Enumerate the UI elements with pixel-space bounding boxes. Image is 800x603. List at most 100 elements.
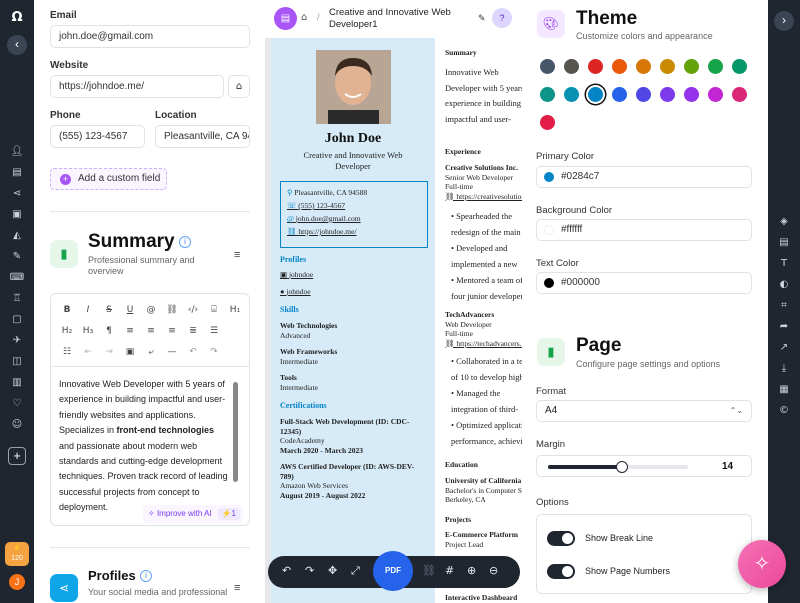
color-swatch[interactable]: [684, 87, 699, 102]
github-link[interactable]: ● johndoe: [280, 287, 311, 296]
tag-icon[interactable]: ⌂: [228, 75, 250, 98]
graduation-icon[interactable]: ◭: [0, 230, 34, 241]
zoom-out-icon[interactable]: ⊖: [489, 564, 498, 577]
summary-editor-text[interactable]: Innovative Web Developer with 5 years of…: [59, 377, 231, 516]
references-icon[interactable]: ☺: [0, 419, 34, 430]
italic-icon[interactable]: I: [81, 303, 95, 317]
linkedin-link[interactable]: ▣ johndoe: [280, 270, 313, 279]
expand-icon[interactable]: ⤢: [351, 564, 360, 578]
website-link[interactable]: ⛓ https://johndoe.me/: [287, 227, 357, 236]
interests-icon[interactable]: ✈: [0, 335, 34, 346]
phone-link[interactable]: ☏ (555) 123-4567: [287, 201, 345, 210]
location-field[interactable]: Pleasantville, CA 94: [155, 125, 250, 148]
bold-icon[interactable]: B: [60, 303, 74, 317]
sharing-icon[interactable]: ➦: [768, 321, 800, 332]
heading2-icon[interactable]: H₂: [60, 324, 74, 338]
outdent-icon[interactable]: ⇤: [81, 345, 95, 359]
heading1-icon[interactable]: H₁: [228, 303, 242, 317]
indent-icon[interactable]: ⇥: [102, 345, 116, 359]
email-field[interactable]: john.doe@gmail.com: [50, 25, 250, 48]
summary-icon[interactable]: ▤: [0, 167, 34, 178]
color-swatch[interactable]: [564, 87, 579, 102]
color-swatch[interactable]: [708, 87, 723, 102]
link-icon[interactable]: ⛓: [422, 564, 436, 577]
theme-icon[interactable]: ◐: [768, 279, 800, 290]
export-icon[interactable]: ⤓: [768, 363, 800, 374]
link-icon[interactable]: ⛓: [165, 303, 179, 317]
color-swatch[interactable]: [660, 59, 675, 74]
add-custom-field-button[interactable]: + Add a custom field: [50, 168, 167, 190]
redo-icon[interactable]: ↷: [207, 345, 221, 359]
grid-icon[interactable]: #: [445, 564, 454, 577]
briefcase-icon[interactable]: ▣: [0, 209, 34, 220]
move-icon[interactable]: ✥: [328, 564, 337, 577]
redo-icon[interactable]: ↷: [305, 564, 314, 577]
credits-badge[interactable]: ⚡ 120: [5, 542, 29, 566]
format-select[interactable]: A4 ⌃⌄: [536, 400, 752, 422]
color-swatch[interactable]: [564, 59, 579, 74]
collapse-left-button[interactable]: ‹: [7, 35, 27, 55]
information-icon[interactable]: ©: [768, 405, 800, 416]
awards-icon[interactable]: ♖: [0, 293, 34, 304]
color-swatch[interactable]: [660, 87, 675, 102]
ordered-list-icon[interactable]: ☷: [60, 345, 74, 359]
undo-icon[interactable]: ↶: [186, 345, 200, 359]
skills-icon[interactable]: ✎: [0, 251, 34, 262]
paragraph-icon[interactable]: ¶: [102, 324, 116, 338]
add-section-button[interactable]: +: [8, 447, 26, 465]
heading3-icon[interactable]: H₃: [81, 324, 95, 338]
help-icon[interactable]: ?: [492, 8, 512, 28]
certificate-icon[interactable]: ▢: [0, 314, 34, 325]
layout-icon[interactable]: ▤: [768, 237, 800, 248]
avatar[interactable]: J: [9, 574, 25, 590]
template-icon[interactable]: ◈: [768, 216, 800, 227]
margin-slider-handle[interactable]: [615, 461, 628, 473]
color-swatch[interactable]: [636, 87, 651, 102]
ai-assistant-button[interactable]: ✧: [738, 540, 786, 588]
notes-icon[interactable]: ▦: [768, 384, 800, 395]
image-icon[interactable]: ▣: [123, 345, 137, 359]
zoom-in-icon[interactable]: ⊕: [467, 564, 476, 577]
horizontal-rule-icon[interactable]: —: [165, 345, 179, 359]
share-icon[interactable]: ⋖: [0, 188, 34, 199]
align-justify-icon[interactable]: ≣: [186, 324, 200, 338]
color-swatch[interactable]: [732, 59, 747, 74]
volunteer-icon[interactable]: ♡: [0, 398, 34, 409]
color-swatch[interactable]: [588, 87, 603, 102]
typography-icon[interactable]: T: [768, 258, 800, 269]
color-swatch[interactable]: [588, 59, 603, 74]
align-center-icon[interactable]: ≡: [144, 324, 158, 338]
show-break-line-toggle[interactable]: [547, 531, 575, 546]
app-logo[interactable]: Ω: [0, 10, 34, 25]
phone-field[interactable]: (555) 123-4567: [50, 125, 145, 148]
background-color-field[interactable]: #ffffff: [536, 219, 752, 241]
code-block-icon[interactable]: ⌸: [207, 303, 221, 317]
break-icon[interactable]: ⤶: [144, 345, 158, 359]
menu-icon[interactable]: ≡: [234, 582, 240, 594]
download-pdf-button[interactable]: PDF: [373, 551, 413, 591]
color-swatch[interactable]: [540, 87, 555, 102]
color-swatch[interactable]: [708, 59, 723, 74]
projects-icon[interactable]: ◫: [0, 356, 34, 367]
show-page-numbers-toggle[interactable]: [547, 564, 575, 579]
publications-icon[interactable]: ▥: [0, 377, 34, 388]
code-icon[interactable]: ‹/›: [186, 303, 200, 317]
template-icon[interactable]: ▤: [274, 7, 297, 30]
color-swatch[interactable]: [612, 87, 627, 102]
align-right-icon[interactable]: ≡: [165, 324, 179, 338]
color-swatch[interactable]: [732, 87, 747, 102]
user-icon[interactable]: 👤︎: [0, 146, 34, 157]
languages-icon[interactable]: ⌨: [0, 272, 34, 283]
email-link[interactable]: @ john.doe@gmail.com: [287, 214, 361, 223]
color-swatch[interactable]: [684, 59, 699, 74]
color-swatch[interactable]: [540, 115, 555, 130]
css-icon[interactable]: ⌗: [768, 300, 800, 311]
home-icon[interactable]: ⌂: [301, 12, 307, 23]
collapse-right-button[interactable]: ›: [774, 11, 794, 31]
info-icon[interactable]: i: [140, 570, 152, 582]
color-swatch[interactable]: [540, 59, 555, 74]
website-field[interactable]: https://johndoe.me/: [50, 75, 224, 98]
margin-slider-track[interactable]: [548, 461, 688, 473]
edit-icon[interactable]: ✎: [478, 13, 486, 24]
improve-with-ai-button[interactable]: ✧ Improve with AI ⚡1: [143, 505, 243, 523]
